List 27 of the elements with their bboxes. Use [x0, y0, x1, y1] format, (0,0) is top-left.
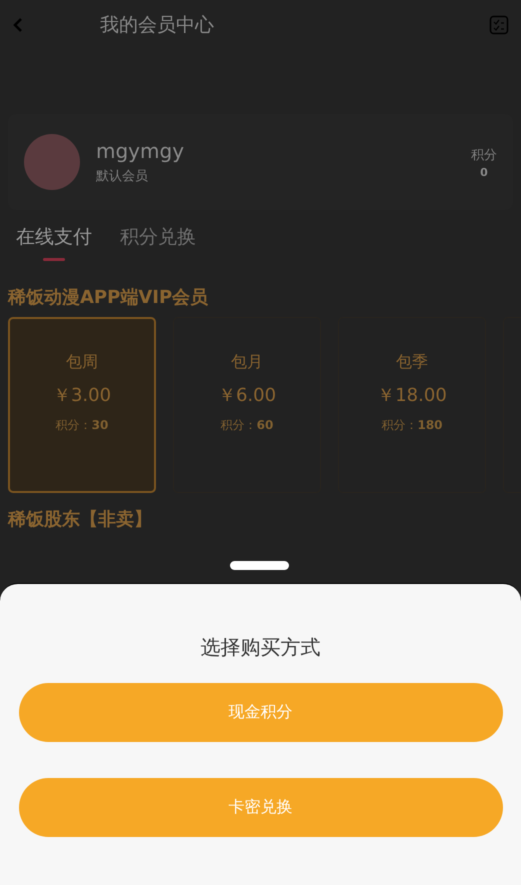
plan-points: 积分：60 [220, 417, 274, 434]
points-label: 积分 [471, 146, 497, 164]
list-icon[interactable] [489, 15, 509, 35]
sheet-handle[interactable] [230, 561, 289, 570]
plan-points: 积分：30 [56, 417, 108, 434]
points-value: 0 [480, 166, 488, 178]
plan-price: ￥18.00 [377, 384, 447, 407]
plan-card[interactable]: 包季 ￥18.00 积分：180 [338, 317, 486, 493]
payment-option-button[interactable]: 现金积分 [18, 683, 502, 742]
section-title: 稀饭股东【非卖】 [6, 508, 153, 532]
payment-option-button[interactable]: 卡密兑换 [18, 778, 502, 837]
username: mgymgy [96, 139, 186, 163]
plan-card[interactable]: 包周 ￥3.00 积分：30 [8, 317, 156, 493]
tab[interactable]: 积分兑换 [120, 224, 196, 271]
plan-card[interactable]: 包月 ￥6.00 积分：60 [173, 317, 321, 493]
page-title: 我的会员中心 [100, 13, 215, 38]
plan-price: ￥6.00 [218, 384, 276, 407]
sheet-title: 选择购买方式 [200, 634, 320, 661]
member-level: 默认会员 [96, 168, 149, 185]
back-icon[interactable] [12, 17, 24, 33]
plan-name: 包月 [231, 352, 263, 373]
plan-points: 积分：180 [381, 417, 443, 434]
plan-name: 包季 [396, 352, 428, 373]
plan-name: 包周 [66, 352, 98, 373]
plan-price: ￥3.00 [52, 384, 112, 407]
tab[interactable]: 在线支付 [16, 224, 92, 271]
section-title: 稀饭动漫APP端VIP会员 [6, 286, 210, 310]
